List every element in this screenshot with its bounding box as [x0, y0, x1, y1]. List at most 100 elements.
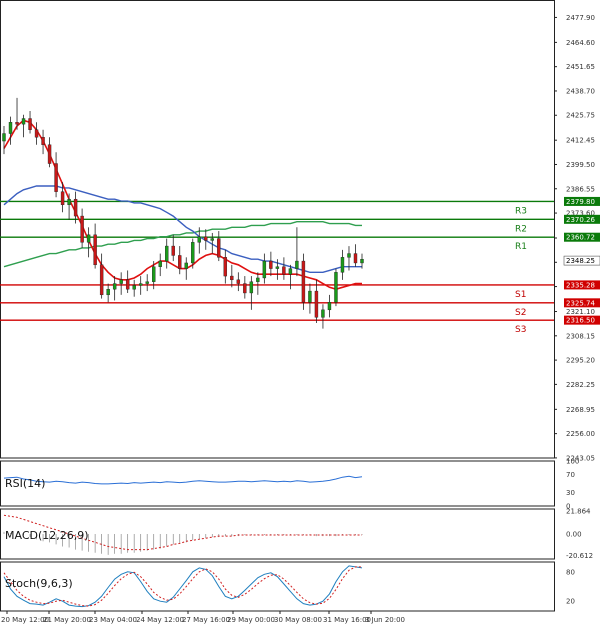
macd-label: MACD(12,26,9)	[5, 529, 89, 542]
price-tick-label: 2256.00	[566, 430, 595, 438]
resistance-label-r1: R1	[515, 242, 527, 252]
candle-body	[288, 268, 293, 275]
candle-body	[314, 290, 319, 318]
candle-body	[8, 122, 13, 134]
resistance-tag-r2: 2370.26	[566, 216, 595, 224]
price-tick-label: 2477.90	[566, 14, 595, 22]
candle-body	[15, 122, 19, 125]
price-tick-label: 2438.70	[566, 87, 595, 95]
candle-body	[340, 257, 345, 273]
macd-panel: 21.864 0.00 -20.612 MACD(12,26,9)	[0, 508, 593, 560]
candle-body	[282, 266, 286, 275]
candle-body	[178, 255, 182, 269]
ma-green-line	[3, 221, 362, 268]
candle-body	[204, 236, 208, 241]
rsi-tick-label: 30	[566, 489, 575, 497]
candle-body	[73, 198, 78, 217]
candle-body	[138, 283, 143, 286]
resistance-tag-r1: 2360.72	[566, 234, 595, 242]
candle-body	[80, 215, 84, 243]
candle-body	[249, 281, 254, 294]
candle-body	[262, 260, 267, 279]
candle-body	[191, 242, 195, 264]
price-tick-label: 2412.45	[566, 137, 595, 145]
support-label-s3: S3	[515, 325, 526, 335]
rsi-panel: 10070300RSI(14)	[0, 458, 579, 511]
rsi-tick-label: 70	[566, 471, 575, 479]
stoch-tick-label: 20	[566, 598, 575, 606]
candle-body	[106, 289, 110, 296]
time-tick-label: 31 May 16:00	[323, 616, 371, 624]
candle-body	[165, 245, 169, 262]
candle-body	[243, 283, 247, 294]
stoch-tick-label: 80	[566, 568, 575, 576]
candle-body	[119, 279, 123, 284]
candle-body	[269, 260, 273, 269]
candle-body	[152, 266, 156, 282]
candle-body	[347, 253, 351, 258]
price-tick-label: 2282.25	[566, 381, 595, 389]
candle-body	[60, 191, 65, 206]
stoch-panel: 80 20 Stoch(9,6,3)	[0, 561, 575, 612]
macd-tick-label: 21.864	[566, 508, 591, 516]
time-tick-label: 23 May 04:00	[89, 616, 137, 624]
candle-body	[54, 163, 58, 192]
price-tick-label: 2451.65	[566, 63, 595, 71]
time-tick-label: 21 May 20:00	[43, 616, 91, 624]
candle-body	[301, 260, 306, 303]
candle-body	[295, 260, 299, 269]
rsi-tick-label: 100	[566, 458, 579, 466]
support-label-s1: S1	[515, 290, 526, 300]
candle-body	[217, 238, 221, 258]
time-axis: 20 May 12:0021 May 20:0023 May 04:0024 M…	[1, 611, 405, 624]
ma-red-line	[3, 119, 362, 291]
resistance-label-r2: R2	[515, 224, 527, 234]
candle-body	[99, 264, 104, 296]
candle-body	[230, 275, 234, 281]
price-tick-label: 2321.10	[566, 308, 595, 316]
rsi-label: RSI(14)	[5, 477, 45, 490]
candle-body	[321, 309, 325, 318]
price-tick-label: 2268.95	[566, 406, 595, 414]
macd-tick-label: -20.612	[566, 552, 593, 560]
candle-body	[132, 285, 136, 290]
rsi-line	[3, 475, 363, 485]
price-panel: 2477.90 2464.60 2451.65 2438.70 2425.75 2412.…	[0, 0, 600, 462]
time-tick-label: 3 Jun 20:00	[365, 616, 405, 624]
candle-body	[308, 290, 312, 303]
candle-body	[197, 236, 201, 243]
support-label-s2: S2	[515, 308, 526, 318]
candle-body	[47, 144, 52, 164]
candle-body	[360, 258, 364, 264]
candle-body	[21, 118, 26, 125]
rsi-panel-frame	[0, 460, 555, 507]
chart-canvas: 2477.90 2464.60 2451.65 2438.70 2425.75 2412.…	[0, 0, 600, 624]
candle-body	[41, 137, 45, 145]
candle-body	[28, 118, 32, 130]
candle-body	[2, 133, 6, 142]
stoch-panel-frame	[0, 561, 555, 612]
time-tick-label: 29 May 00:00	[227, 616, 275, 624]
time-tick-label: 20 May 12:00	[1, 616, 49, 624]
candle-body	[210, 238, 214, 241]
current-price-tag: 2348.25	[566, 257, 595, 265]
stoch-label: Stoch(9,6,3)	[5, 577, 73, 590]
candle-body	[125, 279, 130, 290]
price-tick-label: 2386.55	[566, 185, 595, 193]
price-tick-label: 2464.60	[566, 39, 595, 47]
price-tick-label: 2295.20	[566, 357, 595, 365]
candle-body	[184, 262, 188, 269]
support-tag-s2: 2325.74	[566, 299, 595, 307]
candle-body	[158, 260, 162, 267]
candle-body	[236, 279, 241, 284]
resistance-label-r3: R3	[515, 206, 527, 216]
candle-body	[67, 198, 71, 206]
candle-body	[34, 129, 39, 138]
support-tag-s3: 2316.50	[566, 317, 595, 325]
candle-body	[334, 272, 338, 303]
candle-body	[112, 283, 117, 290]
price-tick-label: 2425.75	[566, 112, 595, 120]
candle-body	[353, 253, 358, 264]
time-tick-label: 24 May 12:00	[136, 616, 184, 624]
ma-blue-line	[3, 185, 362, 273]
